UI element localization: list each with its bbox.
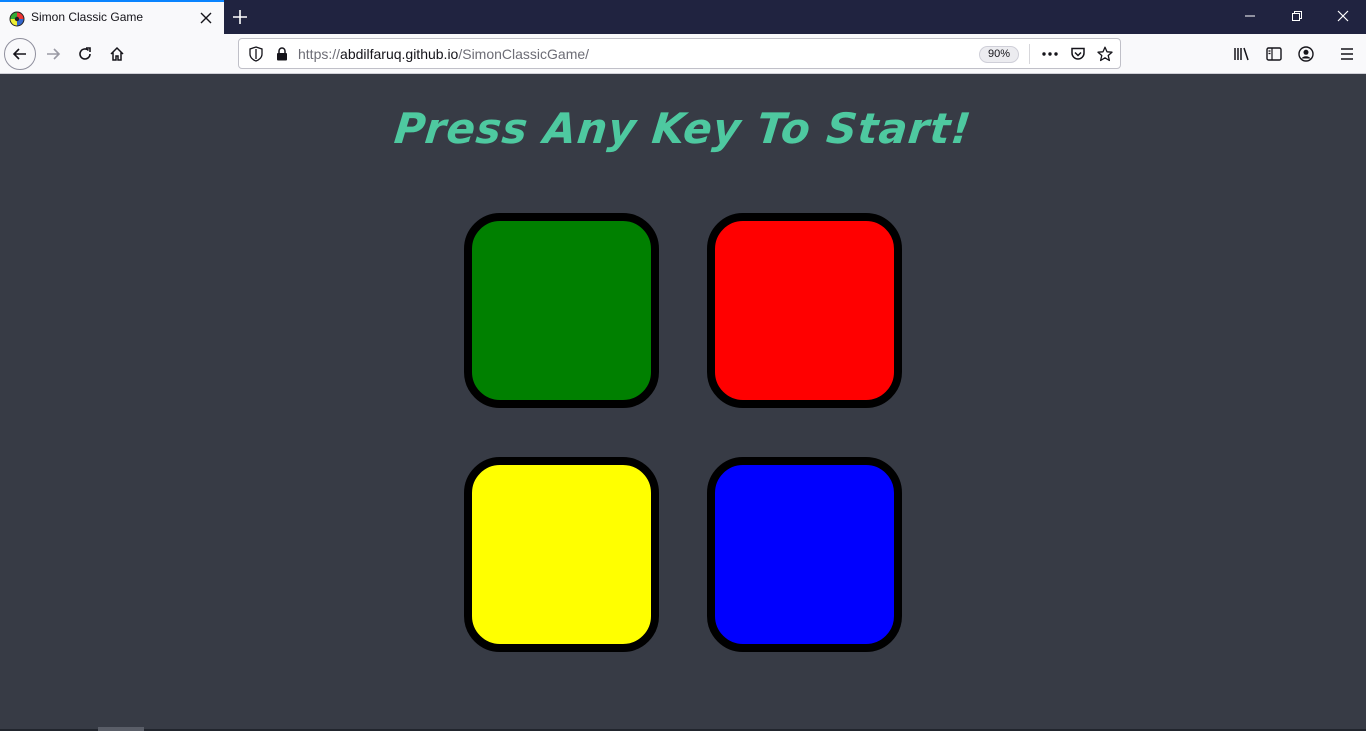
arrow-left-icon (12, 48, 26, 60)
minimize-icon (1245, 15, 1255, 17)
tracking-protection-shield-icon[interactable] (247, 45, 265, 63)
plus-icon (233, 10, 247, 24)
account-icon (1298, 46, 1314, 62)
forward-button[interactable] (37, 38, 69, 70)
url-path: /SimonClassicGame/ (458, 46, 590, 62)
restore-window-button[interactable] (1274, 0, 1320, 32)
blue-button[interactable] (707, 457, 902, 652)
home-button[interactable] (101, 38, 133, 70)
tab-title: Simon Classic Game (31, 10, 144, 24)
url-host: abdilfaruq.github.io (340, 46, 459, 62)
url-text: https://abdilfaruq.github.io/SimonClassi… (298, 46, 589, 62)
red-button[interactable] (707, 213, 902, 408)
sidebar-icon (1266, 47, 1282, 61)
home-icon (110, 46, 124, 61)
zoom-level-badge[interactable]: 90% (979, 46, 1020, 63)
library-icon (1234, 47, 1249, 61)
library-button[interactable] (1230, 42, 1254, 66)
pocket-icon[interactable] (1068, 45, 1088, 63)
green-button[interactable] (464, 213, 659, 408)
level-title: Press Any Key To Start! (392, 104, 974, 153)
game-page: Press Any Key To Start! (0, 74, 1366, 731)
address-bar-divider (1029, 44, 1030, 64)
horizontal-scrollbar-thumb[interactable] (98, 727, 144, 731)
close-tab-icon[interactable] (198, 10, 214, 26)
reload-icon (79, 47, 91, 60)
close-icon (1337, 10, 1349, 22)
page-actions-more-icon[interactable] (1039, 45, 1061, 63)
lock-icon[interactable] (273, 45, 291, 63)
restore-icon (1292, 11, 1302, 21)
tab-strip: Simon Classic Game (0, 0, 1366, 34)
minimize-window-button[interactable] (1227, 0, 1273, 32)
close-window-button[interactable] (1320, 0, 1366, 32)
simon-favicon-icon (9, 11, 25, 27)
arrow-right-icon (47, 48, 61, 60)
sidebar-toggle-button[interactable] (1262, 42, 1286, 66)
application-menu-button[interactable] (1335, 42, 1359, 66)
url-scheme: https:// (298, 46, 341, 62)
navigation-toolbar: https://abdilfaruq.github.io/SimonClassi… (0, 34, 1366, 74)
reload-button[interactable] (69, 38, 101, 70)
back-button[interactable] (4, 38, 36, 70)
tab-simon-classic-game[interactable]: Simon Classic Game (0, 0, 224, 34)
yellow-button[interactable] (464, 457, 659, 652)
new-tab-button[interactable] (230, 7, 250, 27)
account-button[interactable] (1294, 42, 1318, 66)
address-bar[interactable]: https://abdilfaruq.github.io/SimonClassi… (238, 38, 1121, 69)
hamburger-menu-icon (1341, 48, 1353, 60)
bookmark-star-icon[interactable] (1095, 45, 1115, 63)
